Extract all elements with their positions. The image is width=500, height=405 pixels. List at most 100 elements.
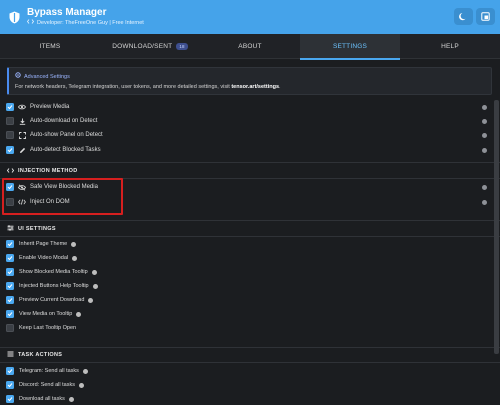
sliders-icon (7, 225, 14, 233)
option-label: Keep Last Tooltip Open (19, 325, 77, 331)
option-label: Discord: Send all tasks (19, 382, 75, 388)
tasks-icon (7, 351, 14, 359)
option-view-media-tooltip[interactable]: View Media on Tooltip (6, 307, 82, 321)
settings-link[interactable]: tensor.art/settings (231, 84, 279, 90)
checkbox[interactable] (6, 310, 14, 318)
developer-text: Developer: TheFreeOne Guy | Free Interne… (37, 20, 144, 26)
info-icon[interactable] (482, 133, 487, 138)
section-title: UI SETTINGS (18, 226, 56, 232)
info-icon[interactable] (91, 269, 97, 275)
notice-title-text: Advanced Settings (24, 73, 70, 80)
checkbox[interactable] (6, 324, 14, 332)
option-label: View Media on Tooltip (19, 311, 73, 317)
option-label: Preview Current Download (19, 297, 85, 303)
window-button[interactable] (476, 8, 495, 25)
info-icon[interactable] (76, 311, 82, 317)
checkbox[interactable] (6, 254, 14, 262)
divider (0, 220, 500, 221)
option-inject-dom[interactable]: Inject On DOM (6, 195, 70, 209)
option-discord-send[interactable]: Discord: Send all tasks (6, 378, 84, 392)
option-blocked-tooltip[interactable]: Show Blocked Media Tooltip (6, 265, 97, 279)
notice-title: Advanced Settings (15, 72, 491, 81)
option-preview-media[interactable]: Preview Media (6, 100, 69, 114)
info-icon[interactable] (482, 200, 487, 205)
option-telegram-send[interactable]: Telegram: Send all tasks (6, 364, 88, 378)
developer-line: Developer: TheFreeOne Guy | Free Interne… (27, 19, 144, 27)
count-badge: 18 (176, 43, 188, 50)
divider (0, 362, 500, 363)
option-label: Inherit Page Theme (19, 241, 68, 247)
option-keep-tooltip[interactable]: Keep Last Tooltip Open (6, 321, 76, 335)
tab-items[interactable]: ITEMS (0, 34, 100, 59)
info-icon[interactable] (88, 297, 94, 303)
gear-icon (15, 72, 21, 81)
info-icon[interactable] (78, 382, 84, 388)
app-title: Bypass Manager (27, 7, 107, 18)
checkbox[interactable] (6, 367, 14, 375)
info-icon[interactable] (482, 105, 487, 110)
app-header: Bypass Manager Developer: TheFreeOne Guy… (0, 0, 500, 34)
section-ui-settings: UI SETTINGS (0, 222, 500, 236)
info-icon[interactable] (68, 396, 74, 402)
option-label: Auto-detect Blocked Tasks (30, 147, 101, 153)
scrollbar[interactable] (494, 100, 499, 354)
notice-text: For network headers, Telegram integratio… (15, 82, 491, 93)
expand-icon (18, 131, 26, 139)
eye-slash-icon (18, 183, 26, 191)
tab-label: DOWNLOAD/SENT (112, 43, 173, 50)
option-label: Safe View Blocked Media (30, 184, 98, 190)
info-icon[interactable] (482, 148, 487, 153)
checkbox[interactable] (6, 146, 14, 154)
option-label: Inject On DOM (30, 199, 70, 205)
info-icon[interactable] (482, 119, 487, 124)
pencil-icon (18, 146, 26, 154)
option-video-modal[interactable]: Enable Video Modal (6, 251, 78, 265)
checkbox[interactable] (6, 282, 14, 290)
info-icon[interactable] (482, 185, 487, 190)
code-icon (6, 167, 15, 175)
option-auto-detect[interactable]: Auto-detect Blocked Tasks (6, 143, 101, 157)
tab-help[interactable]: HELP (400, 34, 500, 59)
tab-about[interactable]: ABOUT (200, 34, 300, 59)
info-icon[interactable] (82, 368, 88, 374)
checkbox[interactable] (6, 395, 14, 403)
checkbox[interactable] (6, 183, 14, 191)
tab-download-sent[interactable]: DOWNLOAD/SENT 18 (100, 34, 200, 59)
info-icon[interactable] (92, 283, 98, 289)
section-injection-method: INJECTION METHOD (0, 164, 500, 178)
option-safe-view[interactable]: Safe View Blocked Media (6, 180, 98, 194)
option-download-all[interactable]: Download all tasks (6, 392, 74, 405)
tab-settings[interactable]: SETTINGS (300, 34, 400, 60)
checkbox[interactable] (6, 103, 14, 111)
tab-label: ITEMS (39, 43, 61, 50)
checkbox[interactable] (6, 296, 14, 304)
theme-toggle-button[interactable] (454, 8, 473, 25)
option-label: Show Blocked Media Tooltip (19, 269, 88, 275)
checkbox[interactable] (6, 381, 14, 389)
info-icon[interactable] (72, 255, 78, 261)
option-preview-download[interactable]: Preview Current Download (6, 293, 94, 307)
option-auto-show-panel[interactable]: Auto-show Panel on Detect (6, 128, 103, 142)
tab-label: ABOUT (238, 43, 262, 50)
code-icon (18, 198, 26, 206)
checkbox[interactable] (6, 117, 14, 125)
settings-panel: Advanced Settings For network headers, T… (0, 60, 500, 405)
option-buttons-help[interactable]: Injected Buttons Help Tooltip (6, 279, 98, 293)
divider (0, 162, 500, 163)
eye-icon (18, 103, 26, 111)
checkbox[interactable] (6, 240, 14, 248)
checkbox[interactable] (6, 131, 14, 139)
checkbox[interactable] (6, 268, 14, 276)
tab-label: HELP (441, 43, 459, 50)
option-auto-download[interactable]: Auto-download on Detect (6, 114, 97, 128)
divider (0, 178, 500, 179)
option-label: Injected Buttons Help Tooltip (19, 283, 89, 289)
option-label: Enable Video Modal (19, 255, 69, 261)
advanced-settings-notice: Advanced Settings For network headers, T… (7, 67, 492, 95)
option-inherit-theme[interactable]: Inherit Page Theme (6, 237, 77, 251)
window-icon (481, 8, 490, 26)
info-icon[interactable] (71, 241, 77, 247)
checkbox[interactable] (6, 198, 14, 206)
shield-icon (7, 10, 21, 24)
moon-icon (459, 8, 468, 26)
